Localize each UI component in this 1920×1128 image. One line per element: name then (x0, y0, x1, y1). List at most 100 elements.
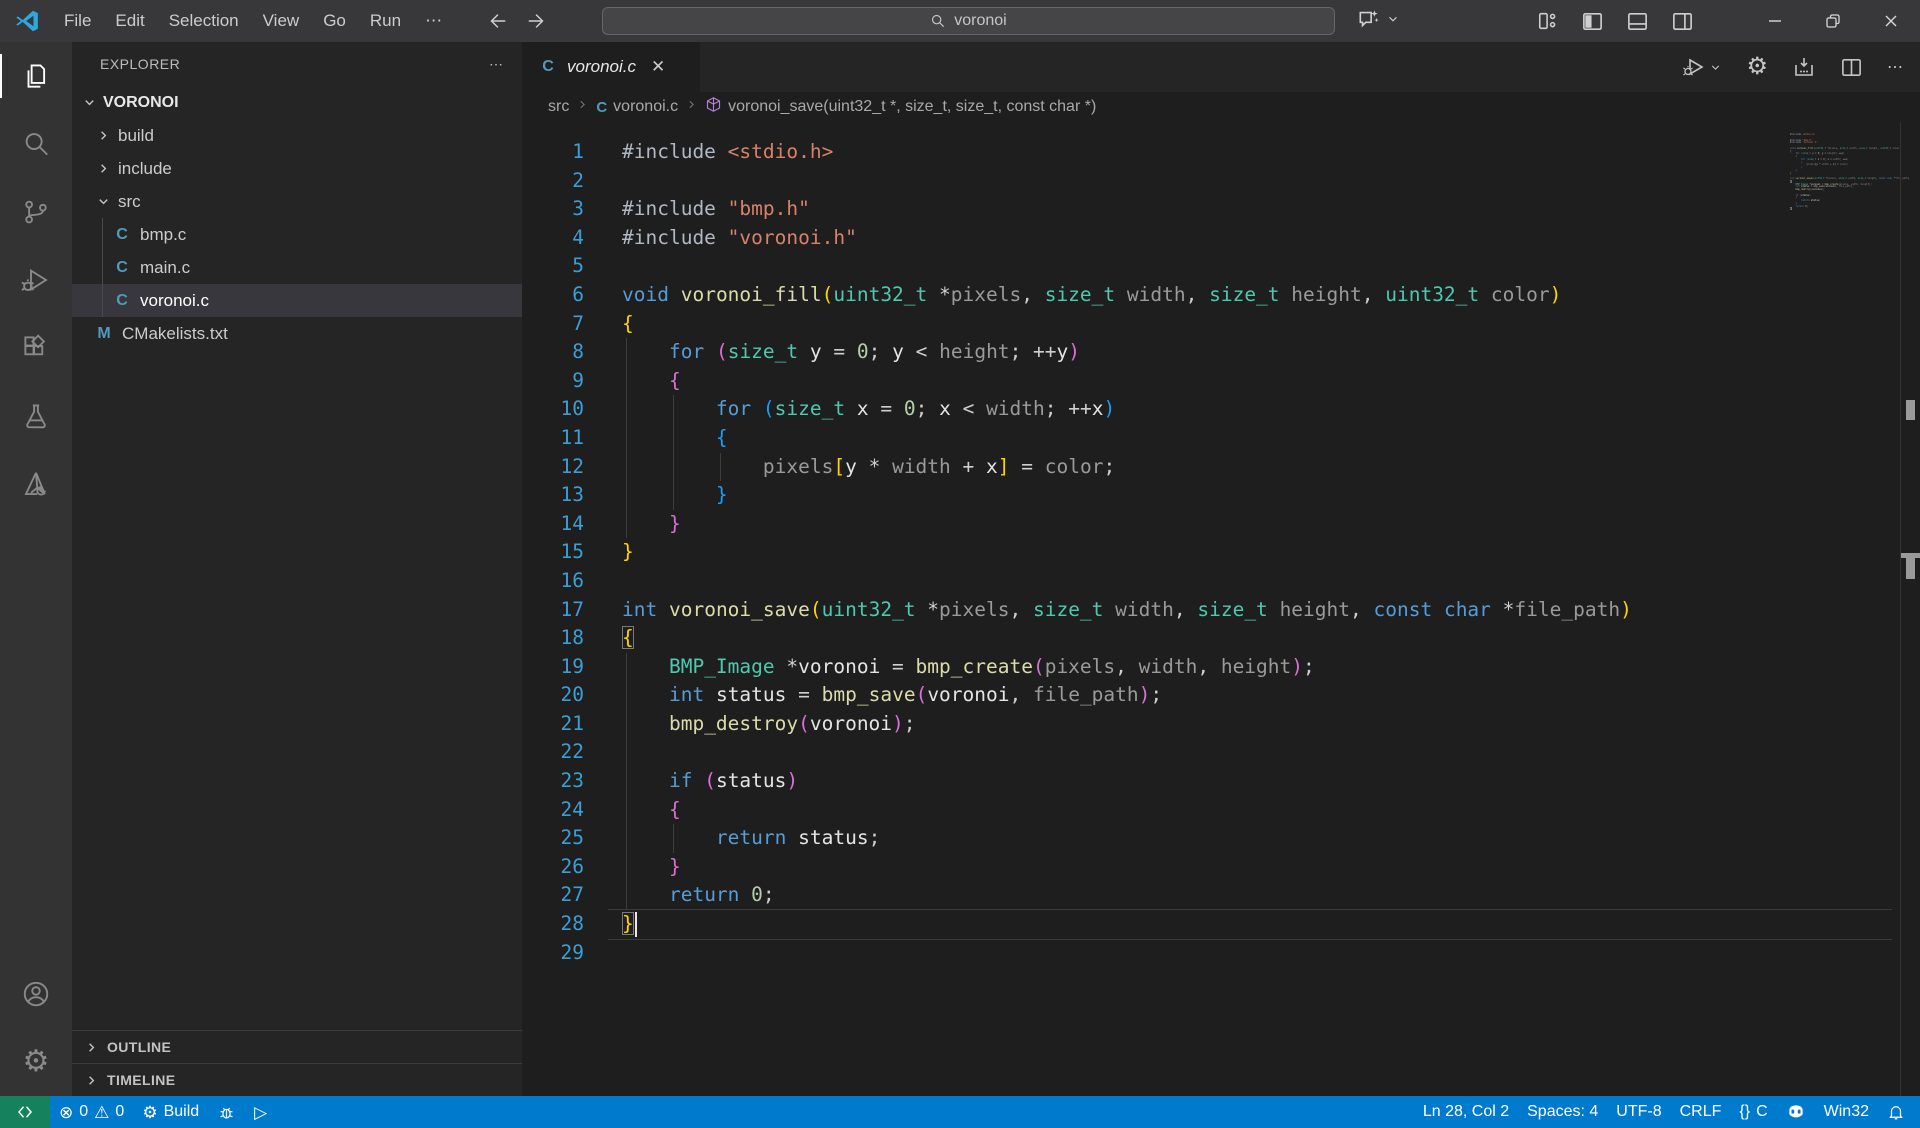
command-center-text: voronoi (954, 12, 1006, 30)
explorer-more-actions-icon[interactable]: ⋯ (489, 56, 504, 73)
tab-close-icon[interactable]: ✕ (651, 57, 665, 77)
tree-file-cmakelists-txt[interactable]: MCMakelists.txt (72, 317, 522, 350)
code-line[interactable]: void voronoi_fill(uint32_t *pixels, size… (622, 281, 1632, 310)
code-line[interactable] (622, 738, 1632, 767)
code-line[interactable] (622, 167, 1632, 196)
copilot-menu[interactable] (1356, 6, 1400, 32)
command-center-search[interactable]: voronoi (602, 7, 1335, 35)
code-line[interactable]: int status = bmp_save(voronoi, file_path… (622, 681, 1632, 710)
section-timeline[interactable]: TIMELINE (72, 1063, 522, 1096)
cmake-configure-gear-icon[interactable]: ⚙ (1746, 55, 1768, 79)
code-line[interactable]: for (size_t x = 0; x < width; ++x) (622, 395, 1632, 424)
code-line[interactable]: } (622, 853, 1632, 882)
toggle-secondary-sidebar-icon[interactable] (1671, 10, 1694, 33)
activity-testing-icon[interactable] (0, 382, 72, 450)
code-line[interactable] (622, 939, 1632, 968)
tree-file-main-c[interactable]: Cmain.c (72, 251, 522, 284)
menu-file[interactable]: File (52, 0, 103, 42)
activity-source-control-icon[interactable] (0, 178, 72, 246)
breadcrumb-item[interactable]: Cvoronoi.c (596, 98, 678, 116)
code-line[interactable]: bmp_destroy(voronoi); (622, 710, 1632, 739)
section-outline[interactable]: OUTLINE (72, 1030, 522, 1063)
code-line[interactable]: return status; (622, 824, 1632, 853)
tree-folder-build[interactable]: build (72, 119, 522, 152)
code-line[interactable]: } (622, 910, 1632, 939)
code-line[interactable]: return 0; (622, 881, 1632, 910)
code-content[interactable]: #include <stdio.h> #include "bmp.h"#incl… (622, 138, 1632, 967)
activity-run-debug-icon[interactable] (0, 246, 72, 314)
platform-indicator[interactable]: Win32 (1815, 1096, 1878, 1128)
eol-button[interactable]: CRLF (1671, 1096, 1731, 1128)
install-target-icon[interactable] (1792, 55, 1816, 79)
code-line[interactable]: } (622, 481, 1632, 510)
tab-voronoi-c[interactable]: C voronoi.c ✕ (522, 42, 700, 92)
cursor-position-button[interactable]: Ln 28, Col 2 (1414, 1096, 1518, 1128)
code-line[interactable]: { (622, 367, 1632, 396)
language-mode-button[interactable]: {} C (1730, 1096, 1776, 1128)
tree-file-voronoi-c[interactable]: Cvoronoi.c (72, 284, 522, 317)
activity-extensions-icon[interactable] (0, 314, 72, 382)
notifications-bell-button[interactable] (1878, 1096, 1914, 1128)
breadcrumb-item[interactable]: src (548, 98, 569, 116)
code-line[interactable]: for (size_t y = 0; y < height; ++y) (622, 338, 1632, 367)
code-line[interactable] (622, 567, 1632, 596)
code-line[interactable]: { (622, 624, 1632, 653)
vscode-logo-icon (14, 8, 40, 34)
errors-icon: ⊗ (59, 1104, 73, 1121)
code-line[interactable]: pixels[y * width + x] = color; (622, 453, 1632, 482)
menu-edit[interactable]: Edit (103, 0, 156, 42)
tree-root-voronoi[interactable]: VORONOI (72, 86, 522, 119)
code-line[interactable]: #include "bmp.h" (622, 195, 1632, 224)
activity-explorer-icon[interactable] (0, 42, 72, 110)
code-line[interactable]: } (622, 538, 1632, 567)
code-line[interactable]: #include <stdio.h> (622, 138, 1632, 167)
split-editor-icon[interactable] (1840, 56, 1863, 79)
line-numbers: 1234567891011121314151617181920212223242… (522, 138, 584, 967)
debug-run-button[interactable] (1682, 55, 1722, 79)
code-line[interactable]: } (622, 510, 1632, 539)
code-line[interactable]: BMP_Image *voronoi = bmp_create(pixels, … (622, 653, 1632, 682)
bug-icon (217, 1103, 236, 1122)
copilot-status-button[interactable] (1777, 1096, 1815, 1128)
toggle-panel-icon[interactable] (1626, 10, 1649, 33)
problems-button[interactable]: ⊗ 0 ⚠ 0 (50, 1096, 133, 1128)
cmake-debug-button[interactable] (208, 1096, 245, 1128)
activity-settings-icon[interactable]: ⚙ (0, 1028, 72, 1096)
chevron-down-icon (1709, 61, 1722, 74)
code-line[interactable]: { (622, 310, 1632, 339)
menu-overflow-icon[interactable]: ⋯ (413, 0, 456, 42)
activity-search-icon[interactable] (0, 110, 72, 178)
activity-accounts-icon[interactable] (0, 960, 72, 1028)
code-line[interactable]: if (status) (622, 767, 1632, 796)
window-close-button[interactable] (1862, 0, 1920, 42)
tree-file-bmp-c[interactable]: Cbmp.c (72, 218, 522, 251)
nav-back-icon[interactable] (486, 10, 508, 32)
menu-view[interactable]: View (251, 0, 312, 42)
menu-selection[interactable]: Selection (157, 0, 251, 42)
window-minimize-button[interactable] (1746, 0, 1804, 42)
code-editor[interactable]: 1234567891011121314151617181920212223242… (522, 122, 1920, 1096)
remote-indicator-button[interactable] (0, 1096, 50, 1128)
nav-forward-icon[interactable] (526, 10, 548, 32)
minimap[interactable]: #include <stdio.h> #include "bmp.h"#incl… (1790, 134, 1890, 214)
encoding-button[interactable]: UTF-8 (1607, 1096, 1670, 1128)
indentation-button[interactable]: Spaces: 4 (1518, 1096, 1607, 1128)
toggle-primary-sidebar-icon[interactable] (1581, 10, 1604, 33)
code-line[interactable]: int voronoi_save(uint32_t *pixels, size_… (622, 596, 1632, 625)
activity-cmake-icon[interactable] (0, 450, 72, 518)
tree-folder-src[interactable]: src (72, 185, 522, 218)
code-line[interactable]: #include "voronoi.h" (622, 224, 1632, 253)
menu-go[interactable]: Go (311, 0, 358, 42)
code-line[interactable] (622, 252, 1632, 281)
code-line[interactable]: { (622, 424, 1632, 453)
code-line[interactable]: { (622, 796, 1632, 825)
breadcrumb-item[interactable]: voronoi_save(uint32_t *, size_t, size_t,… (705, 96, 1096, 118)
cmake-build-button[interactable]: ⚙ Build (133, 1096, 208, 1128)
overview-ruler[interactable] (1900, 122, 1920, 1096)
editor-more-actions-icon[interactable]: ⋯ (1887, 57, 1904, 77)
menu-run[interactable]: Run (358, 0, 413, 42)
window-restore-button[interactable] (1804, 0, 1862, 42)
cmake-launch-button[interactable]: ▷ (245, 1096, 276, 1128)
customize-layout-icon[interactable] (1537, 10, 1559, 32)
tree-folder-include[interactable]: include (72, 152, 522, 185)
